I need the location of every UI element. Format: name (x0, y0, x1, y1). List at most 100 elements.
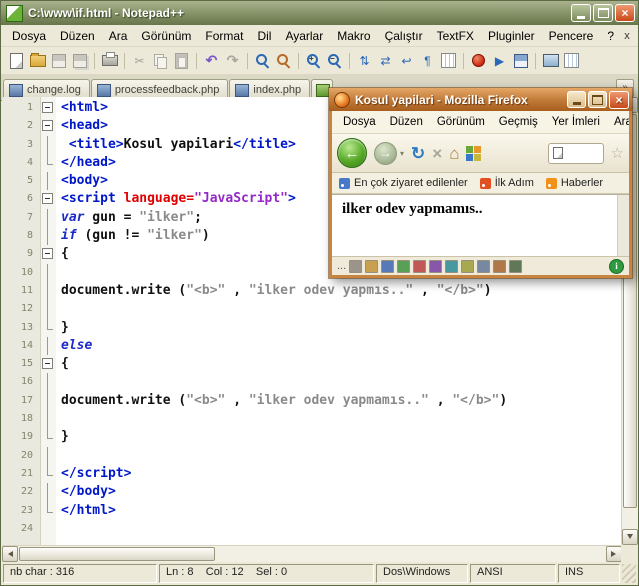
ff-maximize-button[interactable] (588, 91, 607, 108)
bookmark-item-2[interactable]: İlk Adım (479, 177, 534, 189)
fold-toggle-icon[interactable] (40, 355, 55, 373)
horizontal-scroll-thumb[interactable] (19, 547, 215, 561)
plugin-icon-8[interactable] (461, 259, 475, 273)
np-menu-item-8[interactable]: Makro (330, 27, 377, 45)
word-wrap-icon[interactable]: ↩ (396, 51, 417, 71)
np-menu-item-12[interactable]: Pencere (542, 27, 601, 45)
resize-grip[interactable] (622, 564, 636, 583)
history-dropdown-icon[interactable]: ▾ (400, 149, 404, 158)
play-macro-icon[interactable]: ▶ (489, 51, 510, 71)
fold-toggle-icon[interactable] (40, 245, 55, 263)
plugin-icon-2[interactable] (365, 259, 379, 273)
zoom-in-icon[interactable]: + (303, 51, 324, 71)
fold-toggle-icon[interactable] (40, 99, 55, 117)
scroll-right-button[interactable] (606, 546, 622, 562)
np-menu-item-13[interactable]: ? (600, 27, 621, 45)
page-scrollbar[interactable] (617, 195, 629, 256)
plugin-icon-1[interactable] (349, 259, 363, 273)
ff-menu-item-2[interactable]: Düzen (383, 113, 430, 131)
doc-map-icon[interactable] (540, 51, 561, 71)
function-list-icon[interactable] (561, 51, 582, 71)
plugin-icon-9[interactable] (477, 259, 491, 273)
np-close-button[interactable]: × (615, 4, 635, 22)
arrow-down-icon (627, 534, 633, 542)
new-file-icon[interactable] (6, 51, 27, 71)
plugin-icon-3[interactable] (381, 259, 395, 273)
paste-icon[interactable] (171, 51, 192, 71)
bookmark-label: İlk Adım (494, 177, 534, 189)
ff-menu-item-5[interactable]: Yer İmleri (545, 113, 607, 131)
np-menu-item-1[interactable]: Dosya (5, 27, 53, 45)
toolbar-separator (247, 52, 248, 69)
fold-margin-cell (40, 501, 55, 520)
find-icon[interactable] (252, 51, 273, 71)
np-menu-item-10[interactable]: TextFX (430, 27, 481, 45)
save-macro-icon[interactable] (510, 51, 531, 71)
copy-icon[interactable] (150, 51, 171, 71)
plugin-icon-7[interactable] (445, 259, 459, 273)
sync-vertical-icon[interactable]: ⇅ (354, 51, 375, 71)
ff-menu-item-4[interactable]: Geçmiş (492, 113, 545, 131)
statusbar-ellipsis[interactable]: ... (337, 260, 346, 272)
line-number: 4 (26, 156, 33, 168)
np-menu-item-6[interactable]: Dil (250, 27, 278, 45)
fold-margin-cell (40, 318, 55, 337)
indent-guide-icon[interactable] (438, 51, 459, 71)
np-maximize-button[interactable] (593, 4, 613, 22)
scroll-down-button[interactable] (622, 529, 638, 545)
print-icon[interactable] (99, 51, 120, 71)
ff-menu-item-6[interactable]: Araçlar (607, 113, 629, 131)
plugin-icon-10[interactable] (493, 259, 507, 273)
ff-menu-item-3[interactable]: Görünüm (430, 113, 492, 131)
replace-icon[interactable] (273, 51, 294, 71)
fold-toggle-icon[interactable] (40, 190, 55, 208)
plugin-icon-11[interactable] (509, 259, 523, 273)
record-macro-icon[interactable] (468, 51, 489, 71)
save-all-icon[interactable] (69, 51, 90, 71)
plugin-icon-4[interactable] (397, 259, 411, 273)
line-number: 16 (20, 376, 33, 388)
save-file-icon[interactable] (48, 51, 69, 71)
refresh-button[interactable]: ↻ (411, 145, 425, 162)
ff-minimize-button[interactable] (567, 91, 586, 108)
np-menu-item-4[interactable]: Görünüm (134, 27, 198, 45)
np-menu-item-7[interactable]: Ayarlar (278, 27, 330, 45)
info-icon[interactable]: i (609, 258, 624, 274)
stop-button[interactable]: × (432, 145, 442, 162)
scroll-left-button[interactable] (2, 546, 18, 562)
forward-button[interactable]: → (374, 141, 397, 165)
plugin-icon-5[interactable] (413, 259, 427, 273)
ff-title-bar[interactable]: Kosul yapilari - Mozilla Firefox × (329, 88, 632, 111)
np-menu-item-9[interactable]: Çalıştır (378, 27, 430, 45)
np-menu-item-3[interactable]: Ara (102, 27, 135, 45)
np-menu-item-5[interactable]: Format (198, 27, 250, 45)
show-symbols-icon[interactable]: ¶ (417, 51, 438, 71)
open-file-icon[interactable] (27, 51, 48, 71)
fold-toggle-icon[interactable] (40, 117, 55, 135)
np-close-document-button[interactable]: x (621, 30, 633, 42)
np-minimize-button[interactable] (571, 4, 591, 22)
bookmark-item-1[interactable]: En çok ziyaret edilenler (339, 177, 468, 189)
horizontal-scrollbar[interactable] (2, 545, 622, 562)
undo-icon[interactable]: ↶ (201, 51, 222, 71)
file-icon (9, 83, 23, 97)
toolbar-separator (94, 52, 95, 69)
np-menu-item-2[interactable]: Düzen (53, 27, 102, 45)
np-title-bar[interactable]: C:\www\if.html - Notepad++ × (1, 1, 638, 25)
cut-icon[interactable]: ✂ (129, 51, 150, 71)
redo-icon[interactable]: ↷ (222, 51, 243, 71)
bookmark-item-3[interactable]: Haberler (545, 177, 603, 189)
location-bar[interactable] (547, 142, 604, 164)
bookmark-star-icon[interactable]: ☆ (611, 144, 624, 162)
np-menu-item-11[interactable]: Pluginler (481, 27, 542, 45)
home-button[interactable]: ⌂ (449, 145, 459, 162)
plugin-icon-6[interactable] (429, 259, 443, 273)
back-button[interactable]: ← (337, 138, 367, 168)
sync-horizontal-icon[interactable]: ⇄ (375, 51, 396, 71)
ff-bookmarks-toolbar: En çok ziyaret edilenler İlk Adım Haberler (332, 173, 629, 194)
ff-menu-item-1[interactable]: Dosya (336, 113, 383, 131)
zoom-out-icon[interactable]: − (324, 51, 345, 71)
speed-dial-icon[interactable] (466, 145, 482, 161)
line-number: 5 (26, 175, 33, 187)
ff-close-button[interactable]: × (609, 90, 629, 109)
